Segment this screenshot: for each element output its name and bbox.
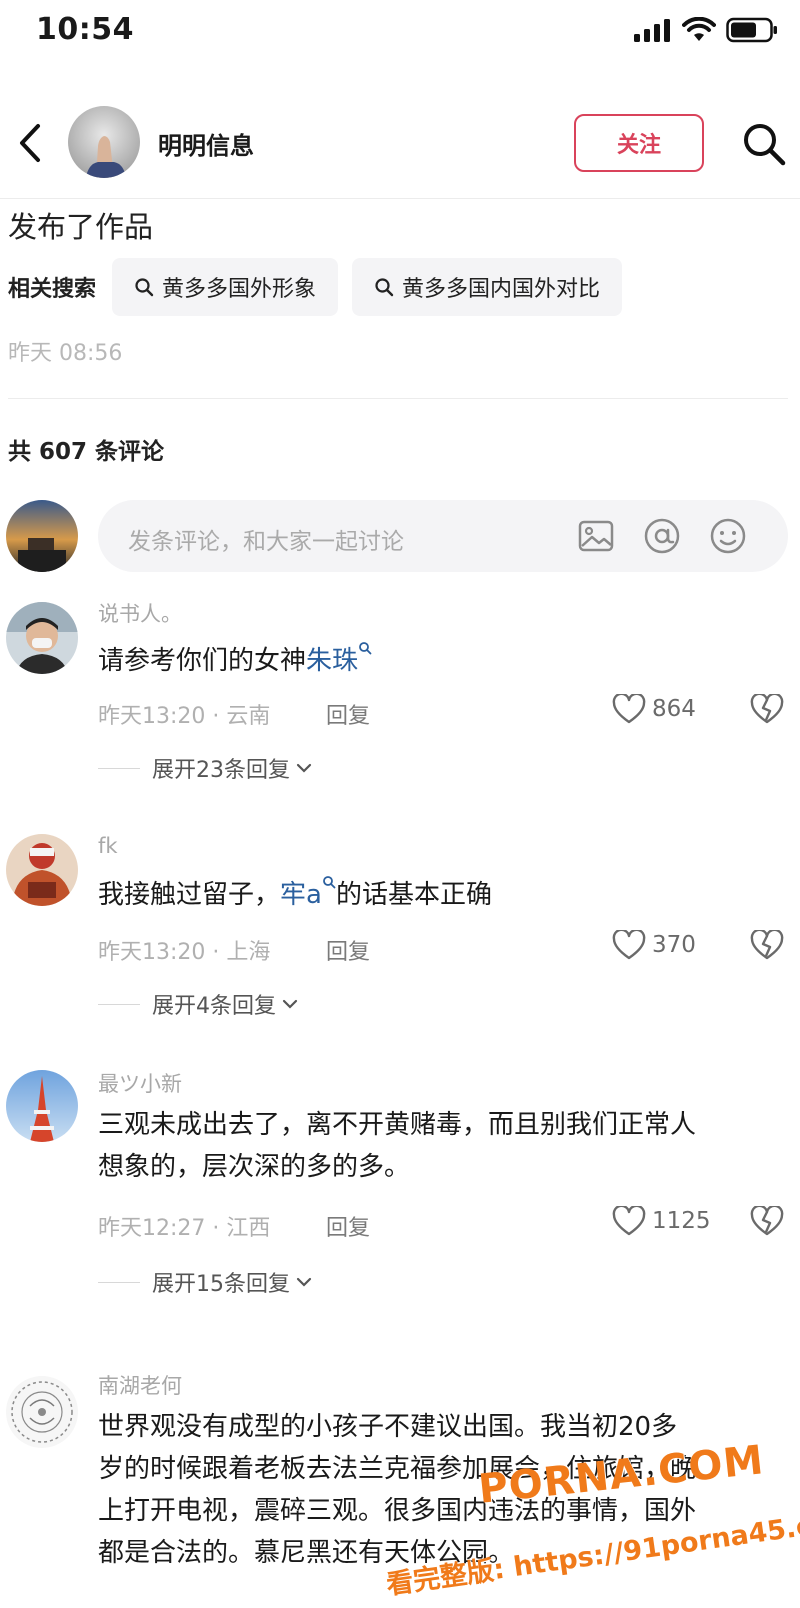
battery-icon bbox=[726, 17, 777, 43]
expand-replies-label: 展开23条回复 bbox=[152, 758, 290, 783]
divider bbox=[98, 767, 140, 769]
status-time: 10:54 bbox=[36, 12, 134, 47]
comment-text-line: 想象的，层次深的多的多。 bbox=[98, 1152, 411, 1182]
heart-icon bbox=[612, 930, 646, 960]
back-button[interactable] bbox=[10, 118, 50, 168]
search-icon bbox=[135, 278, 154, 297]
image-icon[interactable] bbox=[576, 516, 616, 556]
my-avatar[interactable] bbox=[6, 500, 78, 572]
commenter-avatar[interactable] bbox=[6, 602, 78, 674]
comment-search-link[interactable]: 朱珠 bbox=[306, 646, 358, 676]
like-count: 864 bbox=[652, 696, 696, 722]
commenter-avatar-image bbox=[6, 834, 78, 906]
search-icon[interactable] bbox=[358, 641, 372, 655]
like-count: 370 bbox=[652, 932, 696, 958]
author-name[interactable]: 明明信息 bbox=[158, 126, 254, 161]
comment-text: 我接触过留子，牢a 的话基本正确 bbox=[98, 874, 788, 916]
commenter-name[interactable]: fk bbox=[98, 834, 118, 858]
chevron-down-icon bbox=[296, 763, 312, 773]
heart-icon bbox=[612, 694, 646, 724]
expand-replies-label: 展开15条回复 bbox=[152, 1272, 290, 1297]
commenter-avatar-image bbox=[6, 1070, 78, 1142]
status-icons bbox=[632, 17, 778, 43]
wifi-icon bbox=[682, 17, 716, 41]
author-avatar[interactable] bbox=[68, 106, 140, 178]
expand-replies-label: 展开4条回复 bbox=[152, 994, 276, 1019]
commenter-avatar[interactable] bbox=[6, 1376, 78, 1448]
nav-bar: 明明信息 关注 bbox=[0, 100, 800, 190]
my-avatar-image bbox=[6, 500, 78, 572]
divider bbox=[98, 1003, 140, 1005]
comment-text: 三观未成出去了，离不开黄赌毒，而且别我们正常人 想象的，层次深的多的多。 bbox=[98, 1104, 788, 1188]
comment-text-part: 我接触过留子， bbox=[98, 880, 281, 910]
related-searches: 相关搜索 黄多多国外形象 黄多多国内国外对比 bbox=[8, 258, 636, 316]
comment-meta: 昨天13:20 · 云南 bbox=[98, 704, 271, 729]
broken-heart-icon[interactable] bbox=[750, 694, 784, 724]
comment-text-line: 世界观没有成型的小孩子不建议出国。我当初20多 bbox=[98, 1412, 678, 1442]
follow-button[interactable]: 关注 bbox=[574, 114, 704, 172]
status-bar: 10:54 bbox=[0, 0, 800, 62]
related-search-text: 黄多多国外形象 bbox=[162, 277, 317, 302]
commenter-avatar[interactable] bbox=[6, 1070, 78, 1142]
related-searches-label: 相关搜索 bbox=[8, 277, 97, 302]
comment-text-line: 三观未成出去了，离不开黄赌毒，而且别我们正常人 bbox=[98, 1110, 697, 1140]
like-button[interactable]: 1125 bbox=[612, 1206, 711, 1236]
chevron-down-icon bbox=[282, 999, 298, 1009]
heart-icon bbox=[612, 1206, 646, 1236]
comment-input-placeholder: 发条评论，和大家一起讨论 bbox=[128, 529, 404, 555]
related-search-text: 黄多多国内国外对比 bbox=[402, 277, 601, 302]
author-avatar-image bbox=[68, 106, 140, 178]
like-button[interactable]: 864 bbox=[612, 694, 696, 724]
comment-text: 请参考你们的女神朱珠 bbox=[98, 640, 788, 682]
like-count: 1125 bbox=[652, 1208, 711, 1234]
expand-replies-button[interactable]: 展开15条回复 bbox=[98, 1266, 314, 1298]
emoji-icon[interactable] bbox=[708, 516, 748, 556]
related-search-chip[interactable]: 黄多多国外形象 bbox=[112, 258, 339, 316]
comment-meta: 昨天12:27 · 江西 bbox=[98, 1216, 271, 1241]
chevron-down-icon bbox=[296, 1277, 312, 1287]
comment-text-part: 的话基本正确 bbox=[335, 880, 492, 910]
reply-button[interactable]: 回复 bbox=[326, 698, 370, 730]
divider bbox=[98, 1281, 140, 1283]
search-icon bbox=[375, 278, 394, 297]
comment-text-part: 请参考你们的女神 bbox=[98, 646, 307, 676]
commenter-name[interactable]: 南湖老何 bbox=[98, 1370, 182, 1400]
like-button[interactable]: 370 bbox=[612, 930, 696, 960]
commenter-name[interactable]: 最ツ小新 bbox=[98, 1068, 182, 1098]
signal-icon bbox=[634, 19, 670, 42]
commenter-avatar-image bbox=[6, 602, 78, 674]
search-icon[interactable] bbox=[322, 875, 336, 889]
comment-count: 共 607 条评论 bbox=[8, 439, 165, 465]
post-title: 发布了作品 bbox=[8, 210, 154, 244]
search-icon[interactable] bbox=[740, 120, 788, 168]
related-search-chip[interactable]: 黄多多国内国外对比 bbox=[352, 258, 623, 316]
comment-input[interactable]: 发条评论，和大家一起讨论 bbox=[98, 500, 788, 572]
broken-heart-icon[interactable] bbox=[750, 1206, 784, 1236]
mention-icon[interactable] bbox=[642, 516, 682, 556]
post-time: 昨天 08:56 bbox=[8, 341, 123, 366]
reply-button[interactable]: 回复 bbox=[326, 1210, 370, 1242]
reply-button[interactable]: 回复 bbox=[326, 934, 370, 966]
divider bbox=[0, 198, 800, 199]
commenter-avatar-image bbox=[6, 1376, 78, 1448]
expand-replies-button[interactable]: 展开4条回复 bbox=[98, 988, 300, 1020]
expand-replies-button[interactable]: 展开23条回复 bbox=[98, 752, 314, 784]
broken-heart-icon[interactable] bbox=[750, 930, 784, 960]
divider bbox=[8, 398, 788, 399]
commenter-name[interactable]: 说书人。 bbox=[98, 598, 182, 628]
commenter-avatar[interactable] bbox=[6, 834, 78, 906]
comment-meta: 昨天13:20 · 上海 bbox=[98, 940, 271, 965]
comment-search-link[interactable]: 牢a bbox=[280, 880, 322, 910]
